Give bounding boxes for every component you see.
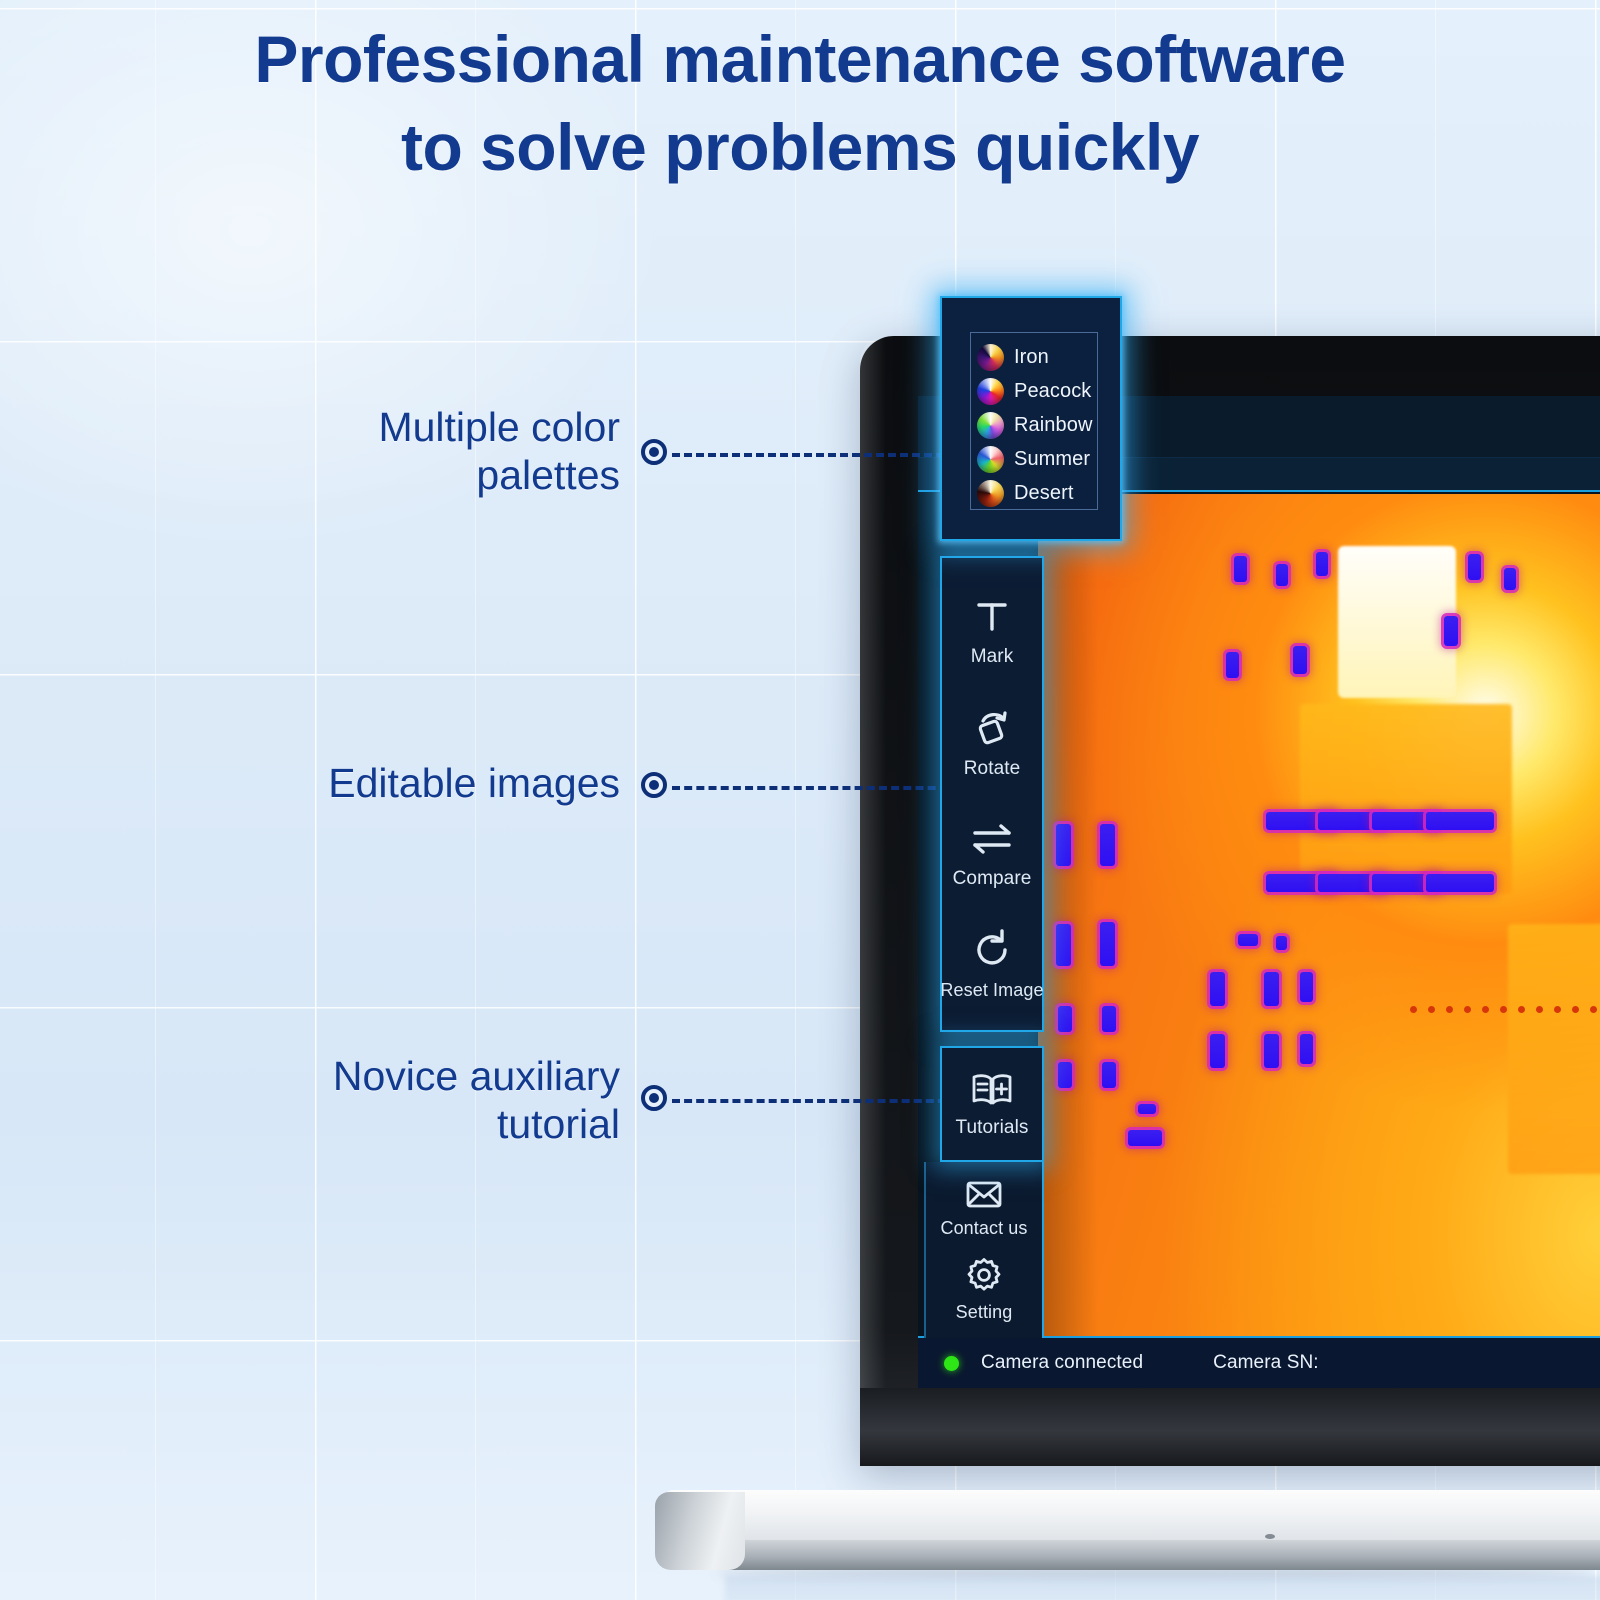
color-wheel-icon bbox=[977, 377, 1004, 405]
camera-connection-status: Camera connected bbox=[981, 1352, 1144, 1373]
text-tool-icon bbox=[969, 593, 1015, 639]
status-dot-green-icon bbox=[944, 1355, 959, 1371]
tool-label: Reset Image bbox=[940, 980, 1044, 1001]
tool-contact-us[interactable]: Contact us bbox=[926, 1177, 1042, 1239]
palette-item-peacock[interactable]: Peacock bbox=[977, 374, 1097, 408]
tool-reset-image[interactable]: Reset Image bbox=[940, 927, 1044, 1001]
tool-setting[interactable]: Setting bbox=[926, 1255, 1042, 1323]
palette-item-label: Iron bbox=[1014, 345, 1049, 368]
tool-rotate[interactable]: Rotate bbox=[942, 705, 1042, 780]
promo-page: Professional maintenance software to sol… bbox=[0, 0, 1600, 1600]
tool-label: Compare bbox=[952, 868, 1032, 890]
utility-rail: Contact us Setting bbox=[924, 1162, 1044, 1338]
annotation-leader-tutorial bbox=[672, 1099, 958, 1103]
annotation-leader-editable bbox=[672, 786, 960, 790]
compare-arrows-icon bbox=[967, 817, 1017, 861]
annotation-line-2: tutorial bbox=[496, 1100, 620, 1147]
annotation-marker-tutorial bbox=[641, 1085, 667, 1111]
palette-item-iron[interactable]: Iron bbox=[977, 340, 1097, 374]
palette-item-desert[interactable]: Desert bbox=[977, 476, 1097, 510]
tool-mark[interactable]: Mark bbox=[942, 593, 1042, 668]
tool-label: Setting bbox=[955, 1301, 1013, 1322]
color-palette-list: Iron Peacock Rainbow Summer Desert bbox=[970, 332, 1098, 510]
palette-item-label: Desert bbox=[1014, 481, 1074, 504]
gear-icon bbox=[964, 1255, 1004, 1295]
palette-item-label: Rainbow bbox=[1014, 413, 1093, 436]
status-bar: Camera connected Camera SN: bbox=[918, 1336, 1600, 1388]
page-title: Professional maintenance software to sol… bbox=[0, 16, 1600, 192]
annotation-line-2: palettes bbox=[476, 451, 620, 498]
base-indicator-dot bbox=[1265, 1534, 1275, 1539]
tool-compare[interactable]: Compare bbox=[942, 817, 1042, 890]
annotation-line-1: Novice auxiliary bbox=[332, 1053, 620, 1099]
rotate-icon bbox=[969, 705, 1015, 751]
color-wheel-icon bbox=[977, 411, 1004, 439]
laptop-base bbox=[655, 1490, 1600, 1600]
annotation-editable-images: Editable images bbox=[300, 760, 620, 808]
laptop-lid-bottom-bezel bbox=[860, 1388, 1600, 1466]
color-wheel-icon bbox=[977, 479, 1004, 507]
annotation-line-1: Editable images bbox=[328, 760, 620, 806]
color-wheel-icon bbox=[977, 343, 1004, 371]
annotation-leader-palettes bbox=[672, 453, 956, 457]
tool-label: Contact us bbox=[940, 1218, 1028, 1239]
palette-item-label: Summer bbox=[1014, 447, 1091, 470]
refresh-icon bbox=[969, 927, 1015, 973]
tool-tutorials[interactable]: Tutorials bbox=[942, 1070, 1042, 1139]
annotation-line-1: Multiple color bbox=[378, 404, 620, 450]
headline-line-2: to solve problems quickly bbox=[400, 109, 1200, 184]
annotation-novice-auxiliary-tutorial: Novice auxiliary tutorial bbox=[300, 1053, 620, 1148]
camera-serial-label: Camera SN: bbox=[1213, 1352, 1319, 1373]
annotation-marker-editable bbox=[641, 772, 667, 798]
tutorials-button[interactable]: Tutorials bbox=[940, 1046, 1044, 1162]
annotation-marker-palettes bbox=[641, 439, 667, 465]
envelope-icon bbox=[963, 1177, 1005, 1211]
palette-item-summer[interactable]: Summer bbox=[977, 442, 1097, 476]
tool-label: Mark bbox=[970, 645, 1014, 667]
tool-label: Tutorials bbox=[955, 1116, 1029, 1138]
palette-item-label: Peacock bbox=[1014, 379, 1092, 402]
edit-tool-rail: Mark Rotate Compare Reset Image bbox=[940, 556, 1044, 1032]
thermal-image-view[interactable] bbox=[1038, 494, 1600, 1336]
headline-line-1: Professional maintenance software bbox=[254, 22, 1346, 96]
color-palette-panel[interactable]: Iron Peacock Rainbow Summer Desert bbox=[940, 296, 1122, 541]
color-wheel-icon bbox=[977, 445, 1004, 473]
tool-label: Rotate bbox=[963, 757, 1021, 779]
book-plus-icon bbox=[967, 1070, 1017, 1110]
annotation-multiple-color-palettes: Multiple color palettes bbox=[300, 404, 620, 499]
palette-item-rainbow[interactable]: Rainbow bbox=[977, 408, 1097, 442]
